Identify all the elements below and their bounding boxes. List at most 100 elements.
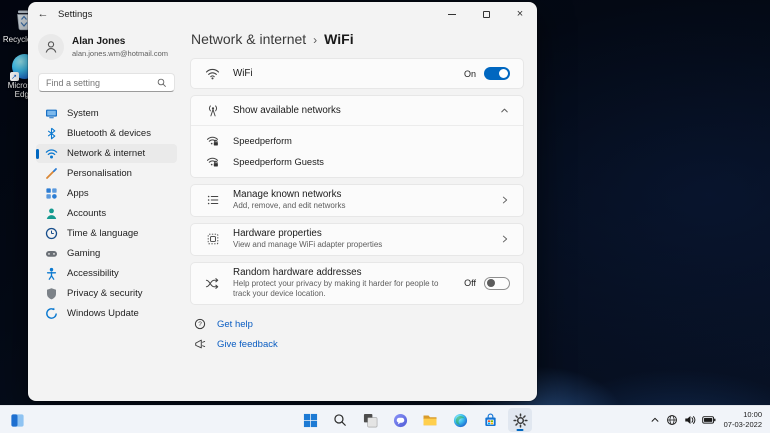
network-name: Speedperform Guests: [233, 156, 324, 167]
give-feedback-icon: [195, 339, 206, 349]
sidebar-item-accessibility[interactable]: Accessibility: [36, 264, 177, 283]
wifi-lock-icon: [204, 155, 221, 168]
svg-text:?: ?: [198, 321, 202, 328]
manage-known-networks-card[interactable]: Manage known networks Add, remove, and e…: [190, 184, 524, 217]
random-hardware-toggle[interactable]: [484, 276, 510, 290]
close-button[interactable]: ×: [503, 2, 537, 26]
sidebar-item-time-language[interactable]: Time & language: [36, 224, 177, 243]
settings-button[interactable]: [508, 408, 532, 432]
sidebar-item-label: Privacy & security: [67, 288, 143, 299]
chip-icon: [204, 232, 221, 246]
help-links: ? Get help Give feedback: [190, 318, 524, 350]
wifi-toggle[interactable]: [484, 67, 510, 80]
sidebar-item-apps[interactable]: Apps: [36, 184, 177, 203]
show-available-networks-label: Show available networks: [233, 105, 341, 116]
sidebar-item-gaming[interactable]: Gaming: [36, 244, 177, 263]
file-explorer-button[interactable]: [418, 408, 442, 432]
wifi-state-label: On: [463, 68, 476, 79]
wifi-icon: [204, 66, 221, 81]
sidebar-item-label: Network & internet: [67, 148, 146, 159]
wifi-lock-icon: [204, 134, 221, 147]
microsoft-store-button[interactable]: [478, 408, 502, 432]
breadcrumb-separator-icon: ›: [313, 32, 318, 47]
sidebar: Alan Jones alan.jones.wm@hotmail.com Fin…: [28, 26, 183, 401]
network-name: Speedperform: [233, 135, 292, 146]
person-icon: [45, 41, 57, 53]
task-view-button[interactable]: [358, 408, 382, 432]
apps-icon: [46, 188, 57, 199]
chevron-right-icon: [502, 197, 508, 204]
chat-icon: [393, 413, 407, 427]
network-row[interactable]: Speedperform Guests: [191, 151, 523, 172]
page-title: WiFi: [324, 31, 354, 47]
speaker-icon[interactable]: [684, 414, 696, 426]
hardware-properties-subtitle: View and manage WiFi adapter properties: [233, 239, 383, 249]
minimize-button[interactable]: [435, 2, 469, 26]
window-title: Settings: [58, 8, 93, 20]
sidebar-item-windows-update[interactable]: Windows Update: [36, 304, 177, 323]
clock-icon: [45, 227, 58, 240]
sidebar-item-privacy-security[interactable]: Privacy & security: [36, 284, 177, 303]
hardware-properties-card[interactable]: Hardware properties View and manage WiFi…: [190, 222, 524, 256]
available-networks-card: Show available networks Speedperform Spe…: [190, 95, 524, 178]
taskbar-search-button[interactable]: [328, 408, 352, 432]
widgets-button[interactable]: [8, 411, 26, 429]
sidebar-item-personalisation[interactable]: Personalisation: [36, 164, 177, 183]
sidebar-item-label: Accessibility: [67, 268, 119, 279]
back-button[interactable]: ←: [28, 8, 58, 20]
sidebar-item-system[interactable]: System: [36, 104, 177, 123]
breadcrumb-parent[interactable]: Network & internet: [191, 31, 306, 47]
chat-button[interactable]: [388, 408, 412, 432]
breadcrumb: Network & internet › WiFi: [191, 31, 524, 47]
shuffle-icon: [204, 276, 221, 291]
sidebar-item-label: Personalisation: [67, 168, 132, 179]
random-hardware-title: Random hardware addresses: [233, 266, 362, 278]
network-globe-icon[interactable]: [666, 414, 678, 426]
list-icon: [204, 193, 221, 207]
taskbar-center: [298, 408, 532, 432]
paintbrush-icon: [46, 168, 57, 179]
get-help-link[interactable]: Get help: [217, 319, 253, 330]
edge-button[interactable]: [448, 408, 472, 432]
settings-window: ← Settings × Alan Jones alan.jones.wm@ho…: [28, 2, 537, 401]
sidebar-item-network-internet[interactable]: Network & internet: [36, 144, 177, 163]
battery-icon[interactable]: [701, 414, 716, 426]
file-explorer-icon: [423, 415, 437, 426]
broadcast-tower-icon: [204, 104, 221, 118]
settings-gear-icon: [512, 412, 528, 428]
sidebar-item-label: Windows Update: [67, 308, 139, 319]
sidebar-item-bluetooth-devices[interactable]: Bluetooth & devices: [36, 124, 177, 143]
hardware-properties-title: Hardware properties: [233, 227, 322, 239]
task-view-icon: [363, 413, 377, 427]
give-feedback-link[interactable]: Give feedback: [217, 339, 278, 350]
search-input[interactable]: [46, 77, 157, 88]
main-content: Network & internet › WiFi WiFi On Show a…: [183, 26, 537, 401]
clock-date: 07-03-2022: [723, 420, 762, 429]
clock-time: 10:00: [743, 410, 762, 420]
accessibility-icon: [46, 267, 57, 280]
sidebar-item-label: Time & language: [67, 228, 139, 239]
system-icon: [46, 109, 57, 119]
start-button[interactable]: [298, 408, 322, 432]
taskbar-clock[interactable]: 10:00 07-03-2022: [724, 410, 766, 430]
wifi-card: WiFi On: [190, 58, 524, 89]
titlebar: ← Settings ×: [28, 2, 537, 26]
widgets-icon: [10, 413, 24, 427]
search-box[interactable]: [38, 73, 175, 92]
minimize-icon: [448, 13, 456, 15]
sidebar-item-label: System: [67, 108, 99, 119]
update-icon: [46, 307, 57, 319]
gamepad-icon: [46, 251, 57, 257]
maximize-button[interactable]: [469, 2, 503, 26]
get-help-icon: ?: [194, 319, 206, 330]
search-icon: [334, 414, 346, 426]
profile[interactable]: Alan Jones alan.jones.wm@hotmail.com: [36, 30, 177, 64]
profile-email: alan.jones.wm@hotmail.com: [72, 49, 168, 58]
maximize-icon: [482, 10, 490, 18]
network-row[interactable]: Speedperform: [191, 130, 523, 151]
show-available-networks-row[interactable]: Show available networks: [191, 96, 523, 125]
sidebar-nav: System Bluetooth & devices Network & int…: [36, 104, 177, 323]
tray-chevron-up-icon[interactable]: [650, 415, 660, 425]
sidebar-item-accounts[interactable]: Accounts: [36, 204, 177, 223]
microsoft-store-icon: [484, 412, 496, 426]
